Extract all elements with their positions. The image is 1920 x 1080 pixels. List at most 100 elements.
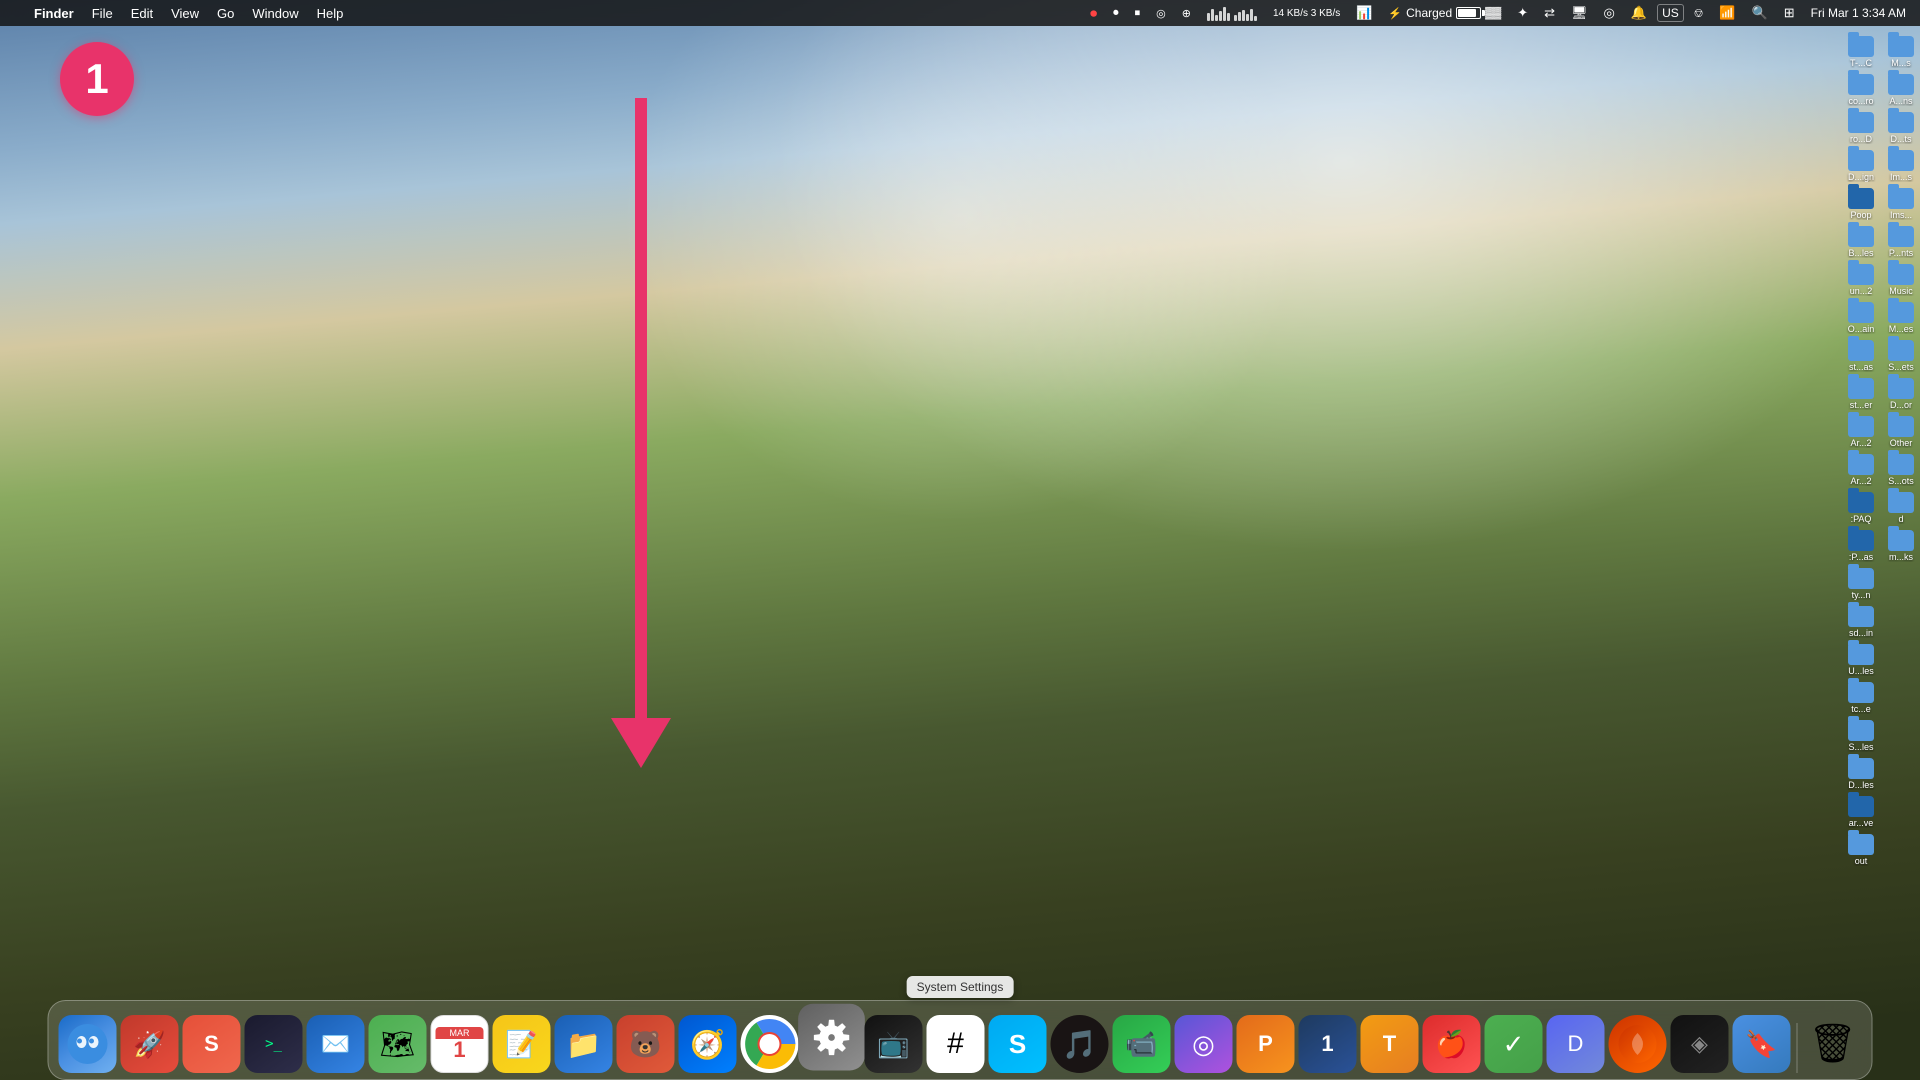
dock-app-files[interactable]: 📁 (555, 1015, 613, 1073)
dock-folder-item[interactable]: D...or (1882, 376, 1920, 412)
menu-edit[interactable]: Edit (123, 4, 161, 23)
dock-folder-item[interactable]: Music (1882, 262, 1920, 298)
dock-app-proxyman[interactable]: P (1237, 1015, 1295, 1073)
dock-app-calendar[interactable]: MAR 1 (431, 1015, 489, 1073)
recording-indicator[interactable]: ⏺ (1084, 3, 1103, 24)
menu-help[interactable]: Help (309, 4, 352, 23)
menu-view[interactable]: View (163, 4, 207, 23)
dock-folder-item[interactable]: Ar...2 (1842, 414, 1880, 450)
folder-label: Ar...2 (1843, 476, 1879, 486)
dock-folder-item[interactable]: :PAQ (1842, 490, 1880, 526)
dock-folder-item[interactable]: P...nts (1882, 224, 1920, 260)
dock-app-safari[interactable]: 🧭 (679, 1015, 737, 1073)
dock-folder-item[interactable]: sd...in (1842, 604, 1880, 640)
dock-folder-item[interactable]: S...les (1842, 718, 1880, 754)
dock-folder-item[interactable]: D...ign (1842, 148, 1880, 184)
menu-go[interactable]: Go (209, 4, 242, 23)
dock-app-screenium[interactable]: ◎ (1175, 1015, 1233, 1073)
dock-app-iterm[interactable]: >_ (245, 1015, 303, 1073)
wifi-icon[interactable]: 📶 (1713, 3, 1741, 23)
dock-app-skype[interactable]: S (989, 1015, 1047, 1073)
dock-app-mela[interactable]: 🍎 (1423, 1015, 1481, 1073)
dock-folder-item[interactable]: S...ets (1882, 338, 1920, 374)
dock-folder-item[interactable]: S...ots (1882, 452, 1920, 488)
dock-folder-item[interactable]: Im...s (1882, 148, 1920, 184)
menu-file[interactable]: File (84, 4, 121, 23)
battery-indicator[interactable]: ⚡ Charged ▓▓ (1382, 4, 1507, 22)
control-center-icon[interactable]: ⊞ (1778, 3, 1801, 23)
dock-folder-item[interactable]: M...es (1882, 300, 1920, 336)
airplay-icon[interactable]: ⇄ (1538, 3, 1561, 23)
activity-monitor-icon[interactable]: 📊 (1350, 3, 1378, 23)
dock-folder-item[interactable]: O...ain (1842, 300, 1880, 336)
search-icon[interactable]: 🔍 (1746, 3, 1774, 23)
cpu-monitor[interactable] (1201, 3, 1263, 23)
dock-app-notes[interactable]: 📝 (493, 1015, 551, 1073)
dock-app-1password[interactable]: 1 (1299, 1015, 1357, 1073)
dock-folder-item[interactable]: :P...as (1842, 528, 1880, 564)
dock-folder-item[interactable]: T-...C (1842, 34, 1880, 70)
dock-app-arc[interactable] (1609, 1015, 1667, 1073)
dock-app-notchmeister[interactable]: ◈ (1671, 1015, 1729, 1073)
dock-folder-item[interactable]: U...les (1842, 642, 1880, 678)
folder-icon (1848, 568, 1874, 589)
dock-app-launchpad[interactable]: 🚀 (121, 1015, 179, 1073)
dock-app-finder[interactable] (59, 1015, 117, 1073)
keyboard-layout[interactable]: US (1657, 4, 1684, 22)
dock-folder-item[interactable]: Other (1882, 414, 1920, 450)
dock-folder-item[interactable]: out (1842, 832, 1880, 868)
battery-label: Charged (1406, 6, 1452, 20)
dock-app-system-settings[interactable]: ⚙️ (798, 1004, 865, 1071)
dock-folder-item[interactable]: m...ks (1882, 528, 1920, 564)
dock-app-bear[interactable]: 🐻 (617, 1015, 675, 1073)
dock-app-discord[interactable]: D (1547, 1015, 1605, 1073)
folder-label: Music (1883, 286, 1919, 296)
status-icon-4[interactable]: ⊕ (1176, 5, 1197, 22)
folder-label: M...s (1883, 58, 1919, 68)
status-icon-2[interactable]: ⏹ (1129, 5, 1147, 22)
displays-icon[interactable]: 🖥 (1565, 3, 1594, 23)
folder-icon (1848, 74, 1874, 95)
dock-folder-item[interactable]: st...er (1842, 376, 1880, 412)
bluetooth-icon[interactable]: ⎊ (1688, 4, 1710, 23)
dock-folder-item[interactable]: M...s (1882, 34, 1920, 70)
dock-app-ticktick[interactable]: ✓ (1485, 1015, 1543, 1073)
dock-app-chrome[interactable] (741, 1015, 799, 1073)
dock-app-mail[interactable]: ✉️ (307, 1015, 365, 1073)
dock-folder-item[interactable]: un...2 (1842, 262, 1880, 298)
app-name[interactable]: Finder (26, 4, 82, 23)
status-icon-3[interactable]: ◎ (1150, 5, 1172, 22)
status-icon-1[interactable]: ⏺ (1107, 5, 1125, 22)
network-stats[interactable]: 14 KB/s 3 KB/s (1267, 5, 1346, 22)
dock-app-tv[interactable]: 📺 (865, 1015, 923, 1073)
dock-folder-item[interactable]: A...ns (1882, 72, 1920, 108)
dock-app-spotify[interactable]: 🎵 (1051, 1015, 1109, 1073)
dock-folder-item[interactable]: ro...D (1842, 110, 1880, 146)
dock-folder-item[interactable]: d (1882, 490, 1920, 526)
dock-app-maps[interactable]: 🗺 (369, 1015, 427, 1073)
notification-icon[interactable]: 🔔 (1625, 3, 1653, 23)
dock-app-bookmarks[interactable]: 🔖 (1733, 1015, 1791, 1073)
dock-folder-item[interactable]: Ims... (1882, 186, 1920, 222)
dock-folder-item[interactable]: Ar...2 (1842, 452, 1880, 488)
dock-app-setapp[interactable]: S (183, 1015, 241, 1073)
dock-folder-item[interactable]: D...les (1842, 756, 1880, 792)
dock-folder-item[interactable]: ty...n (1842, 566, 1880, 602)
folder-icon (1848, 340, 1874, 361)
dock-app-slack[interactable]: # (927, 1015, 985, 1073)
dock-folder-item[interactable]: ar...ve (1842, 794, 1880, 830)
dock-app-tableplus[interactable]: T (1361, 1015, 1419, 1073)
dock-app-facetime[interactable]: 📹 (1113, 1015, 1171, 1073)
dock-folder-item[interactable]: B...les (1842, 224, 1880, 260)
dock-folder-item[interactable]: Poop (1842, 186, 1880, 222)
siri-icon[interactable]: ◎ (1598, 3, 1621, 23)
bottom-dock: 🚀 S >_ ✉️ 🗺 MAR 1 📝 📁 🐻 🧭 (48, 1000, 1873, 1080)
dock-folder-item[interactable]: co...ro (1842, 72, 1880, 108)
status-dots[interactable]: ✦ (1511, 3, 1534, 23)
menu-window[interactable]: Window (244, 4, 306, 23)
dock-app-trash[interactable]: 🗑 (1804, 1015, 1862, 1073)
dock-folder-item[interactable]: st...as (1842, 338, 1880, 374)
dock-folder-item[interactable]: tc...e (1842, 680, 1880, 716)
datetime[interactable]: Fri Mar 1 3:34 AM (1805, 4, 1912, 22)
dock-folder-item[interactable]: D...ts (1882, 110, 1920, 146)
